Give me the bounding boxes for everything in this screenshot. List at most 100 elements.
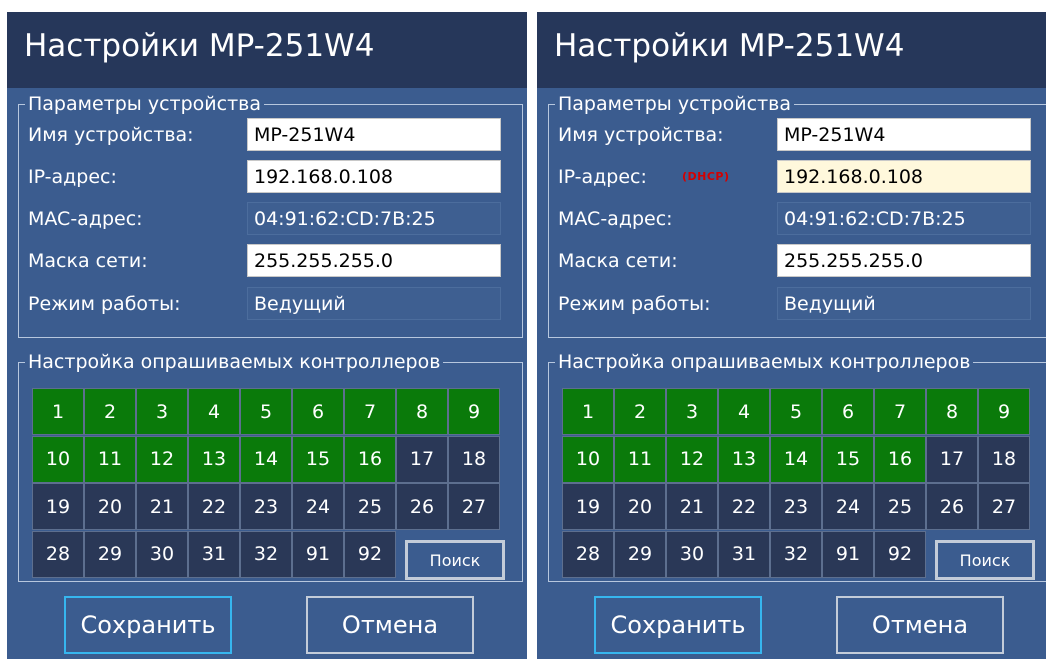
controller-cell-9[interactable]: 9 [978, 388, 1030, 435]
controller-cell-92[interactable]: 92 [344, 530, 396, 578]
controller-cell-7[interactable]: 7 [344, 388, 396, 435]
controller-cell-2[interactable]: 2 [84, 388, 136, 435]
cancel-button[interactable]: Отмена [836, 596, 1004, 654]
search-button[interactable]: Поиск [935, 540, 1035, 580]
controller-cell-14[interactable]: 14 [770, 435, 822, 483]
title-bar: Настройки MP-251W4 [537, 12, 1046, 88]
controller-cell-25[interactable]: 25 [344, 483, 396, 530]
mac-label: MAC-адрес: [28, 208, 143, 230]
settings-panel-left: Настройки MP-251W4 Параметры устройства … [7, 12, 527, 659]
device-name-input[interactable]: MP-251W4 [777, 118, 1031, 151]
controller-cell-18[interactable]: 18 [978, 435, 1030, 483]
controller-cell-29[interactable]: 29 [84, 530, 136, 578]
controller-cell-20[interactable]: 20 [614, 483, 666, 530]
controller-cell-23[interactable]: 23 [240, 483, 292, 530]
device-params-group: Параметры устройства Имя устройства: MP-… [548, 92, 1046, 338]
mac-address-value: 04:91:62:CD:7B:25 [247, 202, 501, 235]
controller-cell-13[interactable]: 13 [718, 435, 770, 483]
controller-cell-17[interactable]: 17 [396, 435, 448, 483]
subnet-mask-input[interactable]: 255.255.255.0 [247, 244, 501, 277]
controller-cell-18[interactable]: 18 [448, 435, 500, 483]
controller-cell-29[interactable]: 29 [614, 530, 666, 578]
mask-label: Маска сети: [28, 250, 148, 272]
controller-cell-17[interactable]: 17 [926, 435, 978, 483]
controller-cell-26[interactable]: 26 [926, 483, 978, 530]
title-bar: Настройки MP-251W4 [7, 12, 527, 88]
controllers-group: Настройка опрашиваемых контроллеров 92 91… [548, 350, 1046, 582]
controller-cell-28[interactable]: 28 [32, 530, 84, 578]
controller-cell-27[interactable]: 27 [448, 483, 500, 530]
controller-cell-19[interactable]: 19 [32, 483, 84, 530]
controller-cell-26[interactable]: 26 [396, 483, 448, 530]
dhcp-badge: (DHCP) [682, 170, 730, 183]
controller-cell-12[interactable]: 12 [666, 435, 718, 483]
controller-cell-91[interactable]: 91 [292, 530, 344, 578]
controller-cell-31[interactable]: 31 [188, 530, 240, 578]
controller-cell-1[interactable]: 1 [562, 388, 614, 435]
controller-cell-27[interactable]: 27 [978, 483, 1030, 530]
controller-cell-6[interactable]: 6 [822, 388, 874, 435]
cancel-button[interactable]: Отмена [306, 596, 474, 654]
ip-address-input[interactable]: 192.168.0.108 [777, 160, 1031, 193]
controller-cell-91[interactable]: 91 [822, 530, 874, 578]
ip-label: IP-адрес: [558, 166, 647, 188]
subnet-mask-input[interactable]: 255.255.255.0 [777, 244, 1031, 277]
mac-address-value: 04:91:62:CD:7B:25 [777, 202, 1031, 235]
mask-label: Маска сети: [558, 250, 678, 272]
controller-cell-3[interactable]: 3 [666, 388, 718, 435]
controller-cell-12[interactable]: 12 [136, 435, 188, 483]
device-name-input[interactable]: MP-251W4 [247, 118, 501, 151]
controller-cell-30[interactable]: 30 [666, 530, 718, 578]
controller-cell-8[interactable]: 8 [926, 388, 978, 435]
controller-cell-5[interactable]: 5 [240, 388, 292, 435]
controller-cell-7[interactable]: 7 [874, 388, 926, 435]
page-title: Настройки MP-251W4 [554, 28, 905, 64]
controller-cell-11[interactable]: 11 [84, 435, 136, 483]
controller-cell-2[interactable]: 2 [614, 388, 666, 435]
controller-cell-92[interactable]: 92 [874, 530, 926, 578]
controller-cell-13[interactable]: 13 [188, 435, 240, 483]
controller-cell-10[interactable]: 10 [32, 435, 84, 483]
ip-label: IP-адрес: [28, 166, 117, 188]
save-button[interactable]: Сохранить [64, 596, 232, 654]
controller-cell-24[interactable]: 24 [822, 483, 874, 530]
controller-cell-32[interactable]: 32 [770, 530, 822, 578]
controller-cell-30[interactable]: 30 [136, 530, 188, 578]
controller-cell-16[interactable]: 16 [874, 435, 926, 483]
controller-cell-31[interactable]: 31 [718, 530, 770, 578]
controller-cell-16[interactable]: 16 [344, 435, 396, 483]
controller-cell-25[interactable]: 25 [874, 483, 926, 530]
search-button[interactable]: Поиск [405, 540, 505, 580]
controller-cell-9[interactable]: 9 [448, 388, 500, 435]
controller-cell-15[interactable]: 15 [292, 435, 344, 483]
controller-cell-21[interactable]: 21 [136, 483, 188, 530]
controller-cell-4[interactable]: 4 [188, 388, 240, 435]
ip-address-input[interactable]: 192.168.0.108 [247, 160, 501, 193]
controller-cell-3[interactable]: 3 [136, 388, 188, 435]
controller-cell-14[interactable]: 14 [240, 435, 292, 483]
controller-grid: 92 91 32 31 30 29 28 27 26 25 24 23 22 21 20 19 18 17 16 15… [562, 388, 1035, 580]
controller-cell-1[interactable]: 1 [32, 388, 84, 435]
controllers-group: Настройка опрашиваемых контроллеров 92 91… [18, 350, 523, 582]
group-legend: Настройка опрашиваемых контроллеров [555, 350, 974, 374]
controller-cell-8[interactable]: 8 [396, 388, 448, 435]
controller-cell-21[interactable]: 21 [666, 483, 718, 530]
controller-cell-19[interactable]: 19 [562, 483, 614, 530]
controller-cell-20[interactable]: 20 [84, 483, 136, 530]
settings-panel-right: Настройки MP-251W4 Параметры устройства … [537, 12, 1046, 659]
controller-grid: 92 91 32 31 30 29 28 27 26 25 24 23 22 21 20 19 18 17 16 15… [32, 388, 505, 580]
controller-cell-6[interactable]: 6 [292, 388, 344, 435]
controller-cell-11[interactable]: 11 [614, 435, 666, 483]
controller-cell-22[interactable]: 22 [188, 483, 240, 530]
controller-cell-10[interactable]: 10 [562, 435, 614, 483]
controller-cell-23[interactable]: 23 [770, 483, 822, 530]
controller-cell-24[interactable]: 24 [292, 483, 344, 530]
controller-cell-5[interactable]: 5 [770, 388, 822, 435]
controller-cell-22[interactable]: 22 [718, 483, 770, 530]
save-button[interactable]: Сохранить [594, 596, 762, 654]
controller-cell-15[interactable]: 15 [822, 435, 874, 483]
controller-cell-28[interactable]: 28 [562, 530, 614, 578]
device-name-label: Имя устройства: [28, 124, 194, 146]
controller-cell-32[interactable]: 32 [240, 530, 292, 578]
controller-cell-4[interactable]: 4 [718, 388, 770, 435]
